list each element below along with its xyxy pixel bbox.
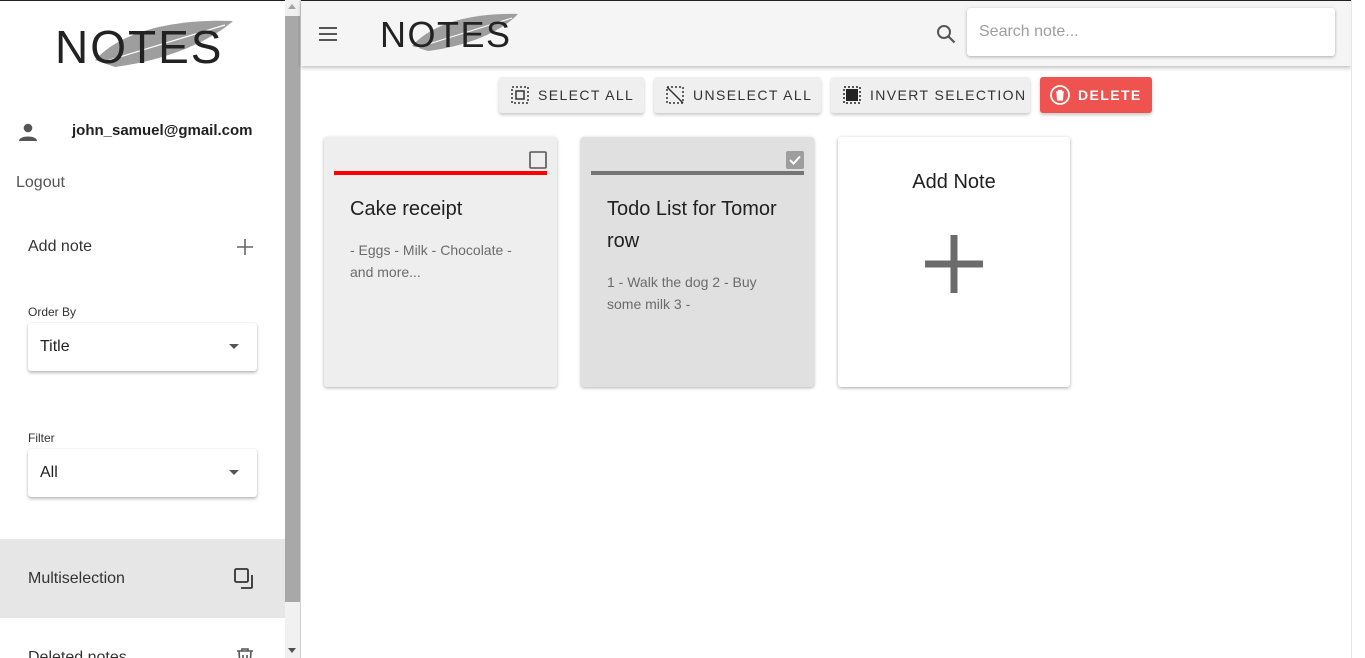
main-scrollbar[interactable]: [1351, 0, 1365, 658]
logo: NOTES: [55, 20, 233, 71]
invert-selection-label: INVERT SELECTION: [870, 87, 1027, 103]
select-all-button[interactable]: SELECT ALL: [499, 77, 644, 113]
multiselection-label: Multiselection: [28, 570, 125, 587]
order-by-label: Order By: [28, 305, 77, 319]
add-note-card[interactable]: Add Note: [838, 137, 1070, 387]
note-color-bar: [334, 171, 547, 175]
add-note-label: Add note: [28, 238, 93, 255]
note-color-bar: [591, 171, 804, 175]
header-logo: NOTES: [380, 13, 518, 54]
delete-icon: [1050, 85, 1070, 105]
search-icon[interactable]: [936, 24, 956, 44]
trash-icon: [237, 648, 253, 658]
multiselect-icon: [234, 568, 253, 589]
multiselection-item[interactable]: Multiselection: [0, 539, 285, 618]
select-all-icon: [511, 86, 529, 104]
filter-label: Filter: [28, 431, 55, 445]
order-by-select[interactable]: Title: [28, 323, 257, 371]
scrollbar-thumb[interactable]: [285, 16, 300, 602]
divider: [300, 0, 301, 658]
select-all-label: SELECT ALL: [538, 87, 635, 103]
filter-select[interactable]: All: [28, 449, 257, 497]
unselect-all-icon: [666, 86, 684, 104]
logo-text: NOTES: [55, 21, 223, 71]
menu-icon[interactable]: [318, 26, 338, 42]
delete-label: DELETE: [1078, 87, 1142, 103]
caret-down-icon: [229, 470, 239, 475]
unselect-all-label: UNSELECT ALL: [693, 87, 813, 103]
checkbox-checked-icon[interactable]: [786, 151, 804, 169]
caret-down-icon: [229, 344, 239, 349]
add-note-card-label: Add Note: [912, 171, 996, 193]
unselect-all-button[interactable]: UNSELECT ALL: [654, 77, 821, 113]
delete-button[interactable]: DELETE: [1040, 77, 1152, 113]
sidebar: NOTES john_samuel@gmail.com Logout Add n…: [0, 0, 285, 658]
logout-link[interactable]: Logout: [16, 174, 65, 192]
note-card[interactable]: Cake receipt - Eggs - Milk - Chocolate -…: [324, 137, 557, 387]
add-note-item[interactable]: Add note: [0, 227, 285, 267]
user-row: john_samuel@gmail.com: [0, 113, 285, 149]
plus-icon: [925, 235, 983, 293]
person-icon: [19, 123, 37, 141]
scroll-down-arrow[interactable]: [288, 648, 296, 653]
note-title: Cake receipt: [350, 198, 463, 220]
order-by-value: Title: [40, 338, 70, 355]
user-email: john_samuel@gmail.com: [72, 122, 253, 139]
sidebar-scrollbar[interactable]: [285, 0, 300, 658]
deleted-notes-label: Deleted notes: [28, 649, 127, 658]
note-title: Todo List for Tomor row: [607, 198, 777, 252]
scroll-up-arrow[interactable]: [288, 4, 296, 9]
filter-value: All: [40, 464, 58, 481]
app-header: NOTES: [301, 0, 1351, 66]
plus-icon: [237, 239, 253, 255]
checkbox-icon[interactable]: [529, 151, 547, 169]
invert-selection-icon: [843, 86, 861, 104]
note-body: - Eggs - Milk - Chocolate - and more...: [350, 242, 512, 280]
invert-selection-button[interactable]: INVERT SELECTION: [831, 77, 1030, 113]
note-body: 1 - Walk the dog 2 - Buy some milk 3 -: [607, 274, 757, 312]
search-input[interactable]: [967, 8, 1335, 56]
note-card-selected[interactable]: Todo List for Tomor row 1 - Walk the dog…: [581, 137, 814, 387]
header-logo-text: NOTES: [380, 14, 512, 54]
deleted-notes-item[interactable]: Deleted notes: [0, 618, 285, 658]
